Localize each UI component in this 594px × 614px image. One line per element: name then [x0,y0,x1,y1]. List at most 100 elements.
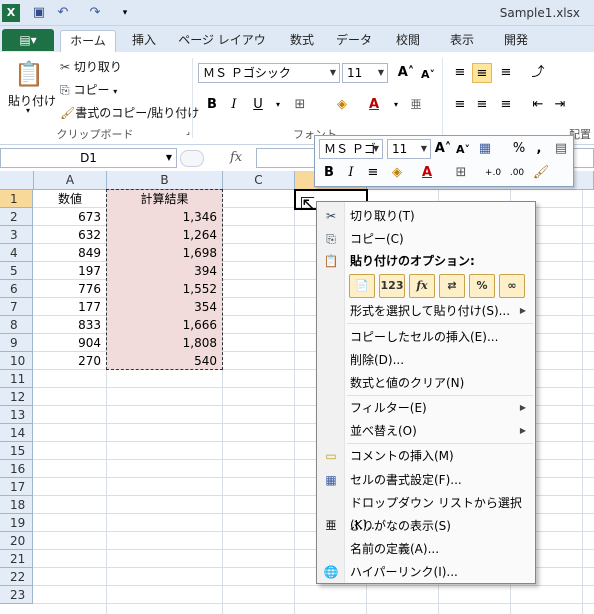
copy-button[interactable]: ⎘ コピー ▾ [60,81,117,98]
tab-view[interactable]: 表示 [442,30,482,52]
shrink-font-icon[interactable]: A˅ [418,65,438,85]
grow-font-icon[interactable]: A˄ [396,63,416,83]
menu-item-copy[interactable]: ⎘ コピー(C) [318,228,534,250]
shrink-font-icon[interactable]: A˅ [453,140,473,160]
cell-a-value[interactable]: 197 [34,262,106,280]
menu-item-clear[interactable]: 数式と値のクリア(N) [318,372,534,394]
menu-item-phonetic[interactable]: 亜ふりがなの表示(S) [318,515,534,537]
tab-home[interactable]: ホーム [60,30,116,52]
row-header[interactable]: 20 [0,532,33,550]
decrease-indent-icon[interactable]: ⇤ [528,95,548,115]
tab-developer[interactable]: 開発 [496,30,536,52]
paste-option-transpose-icon[interactable]: ⇄ [439,274,465,298]
tab-formulas[interactable]: 数式 [282,30,322,52]
paste-option-link-icon[interactable]: ∞ [499,274,525,298]
customize-quick-access-icon[interactable]: ▾ [116,4,134,22]
tab-review[interactable]: 校閲 [388,30,428,52]
fill-color-icon[interactable]: ◈ [387,163,407,183]
cell-a-value[interactable]: 270 [34,352,106,370]
menu-item-format-cells[interactable]: ▦ セルの書式設定(F)... [318,469,534,491]
row-header[interactable]: 21 [0,550,33,568]
menu-item-pick-from-list[interactable]: ドロップダウン リストから選択(K)... [318,492,534,532]
align-top-icon[interactable]: ≡ [450,63,470,83]
borders-icon[interactable]: ⊞ [290,95,310,115]
cell-a1[interactable]: 数値 [34,190,106,208]
paste-icon[interactable]: 📋 [14,58,44,90]
font-color-icon[interactable]: A [364,95,384,115]
cut-button[interactable]: ✂ 切り取り [60,58,122,75]
tab-page-layout[interactable]: ページ レイアウト [176,30,268,68]
orientation-icon[interactable]: ⤴ [528,63,548,83]
fill-color-icon[interactable]: ◈ [332,95,352,115]
column-header-b[interactable]: B [107,171,223,190]
format-table-icon[interactable]: ▤ [551,139,571,159]
chevron-down-icon[interactable]: ▾ [386,95,406,115]
number-format-icon[interactable]: ▦ [475,139,495,159]
row-header[interactable]: 17 [0,478,33,496]
menu-item-cut[interactable]: ✂ 切り取り(T) [318,205,534,227]
paste-option-formulas-icon[interactable]: fx [409,274,435,298]
row-header[interactable]: 22 [0,568,33,586]
menu-item-hyperlink[interactable]: 🌐 ハイパーリンク(I)... [318,561,534,583]
cell-a-value[interactable]: 776 [34,280,106,298]
row-header[interactable]: 11 [0,370,33,388]
menu-item-filter[interactable]: フィルター(E) ▶ [318,397,534,419]
row-header[interactable]: 14 [0,424,33,442]
mini-font-size-combo[interactable]: 11 ▼ [387,139,431,159]
phonetic-guide-icon[interactable]: 亜 [406,95,426,115]
font-color-icon[interactable]: A [417,163,437,183]
row-header[interactable]: 1 [0,190,33,208]
menu-item-define-name[interactable]: 名前の定義(A)... [318,538,534,560]
formula-bar-resize-handle[interactable] [180,150,204,167]
row-header[interactable]: 13 [0,406,33,424]
bold-icon[interactable]: B [319,163,339,183]
row-header[interactable]: 12 [0,388,33,406]
menu-item-sort[interactable]: 並べ替え(O) ▶ [318,420,534,442]
row-header[interactable]: 10 [0,352,33,370]
row-header[interactable]: 23 [0,586,33,604]
brush-icon[interactable]: 🖌 [531,163,551,183]
paste-button[interactable]: 貼り付け [8,92,56,109]
name-box[interactable]: D1 ▼ [0,148,177,168]
row-header[interactable]: 9 [0,334,33,352]
italic-icon[interactable]: I [341,163,361,183]
menu-item-insert-copied[interactable]: コピーしたセルの挿入(E)... [318,326,534,348]
row-header[interactable]: 6 [0,280,33,298]
column-header-c[interactable]: C [223,171,295,190]
mini-font-name-combo[interactable]: ＭＳ Ｐゴ ▼ [319,139,383,159]
row-header[interactable]: 4 [0,244,33,262]
cell-a-value[interactable]: 904 [34,334,106,352]
align-right-icon[interactable]: ≡ [496,95,516,115]
insert-function-icon[interactable]: fx [230,150,250,167]
row-header[interactable]: 2 [0,208,33,226]
bold-icon[interactable]: B [202,95,222,115]
underline-icon[interactable]: U [248,95,268,115]
align-left-icon[interactable]: ≡ [450,95,470,115]
row-header[interactable]: 5 [0,262,33,280]
row-header[interactable]: 15 [0,442,33,460]
comma-style-icon[interactable]: , [529,139,549,159]
cell-a-value[interactable]: 833 [34,316,106,334]
increase-decimal-icon[interactable]: +.0 [483,163,503,183]
cell-a-value[interactable]: 177 [34,298,106,316]
chevron-down-icon[interactable]: ▾ [268,95,288,115]
grow-font-icon[interactable]: A˄ [433,139,453,159]
redo-icon[interactable]: ↷ [86,4,104,22]
menu-item-delete[interactable]: 削除(D)... [318,349,534,371]
decrease-decimal-icon[interactable]: .00 [507,163,527,183]
align-bottom-icon[interactable]: ≡ [496,63,516,83]
file-tab[interactable]: ▤▾ [2,29,54,51]
row-header[interactable]: 16 [0,460,33,478]
align-center-icon[interactable]: ≡ [472,95,492,115]
cell-a-value[interactable]: 849 [34,244,106,262]
row-header[interactable]: 3 [0,226,33,244]
format-painter-button[interactable]: 🖌書式のコピー/貼り付け [60,104,199,121]
paste-option-formatting-icon[interactable]: % [469,274,495,298]
save-icon[interactable]: ▣ [30,4,48,22]
borders-icon[interactable]: ⊞ [451,163,471,183]
menu-item-insert-comment[interactable]: ▭ コメントの挿入(M) [318,445,534,467]
paste-option-paste-icon[interactable]: 📄 [349,274,375,298]
font-name-combo[interactable]: ＭＳ Ｐゴシック ▼ [198,63,340,83]
cell-a-value[interactable]: 632 [34,226,106,244]
clipboard-launcher-icon[interactable]: ⌟ [178,126,198,138]
